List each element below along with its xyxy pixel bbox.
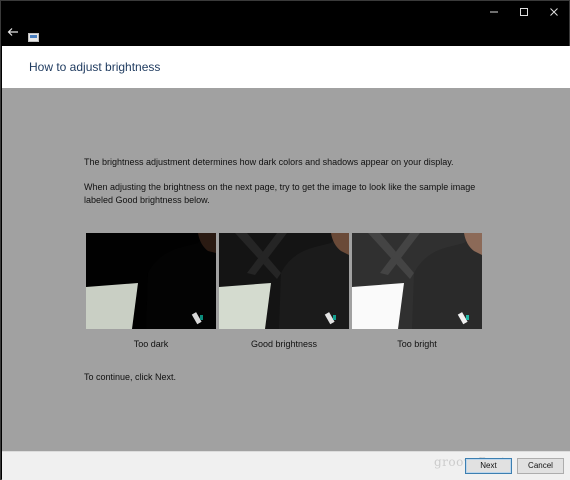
- adjustment-instructions: When adjusting the brightness on the nex…: [84, 182, 476, 205]
- close-icon[interactable]: [537, 1, 570, 23]
- header-banner: How to adjust brightness: [2, 46, 570, 88]
- sample-image-good-brightness: [219, 233, 349, 329]
- display-settings-icon: [28, 27, 39, 42]
- minimize-icon[interactable]: [477, 1, 510, 23]
- brightness-description: The brightness adjustment determines how…: [84, 157, 454, 167]
- page-title: How to adjust brightness: [29, 60, 161, 74]
- sample-image-too-bright: [352, 233, 482, 329]
- content-area: The brightness adjustment determines how…: [2, 88, 570, 451]
- maximize-icon[interactable]: [507, 1, 540, 23]
- back-arrow-icon[interactable]: [7, 26, 19, 38]
- sample-caption-good-brightness: Good brightness: [250, 339, 318, 349]
- sample-caption-too-bright: Too bright: [397, 339, 437, 349]
- footer-bar: groovyPost Next Cancel: [2, 451, 570, 480]
- cancel-button[interactable]: Cancel: [517, 458, 564, 474]
- sample-caption-too-dark: Too dark: [133, 339, 169, 349]
- next-button[interactable]: Next: [465, 458, 512, 474]
- title-bar: [1, 1, 569, 46]
- calibration-window: How to adjust brightness The brightness …: [0, 0, 570, 480]
- continue-instruction: To continue, click Next.: [84, 372, 177, 382]
- sample-image-too-dark: [86, 233, 216, 329]
